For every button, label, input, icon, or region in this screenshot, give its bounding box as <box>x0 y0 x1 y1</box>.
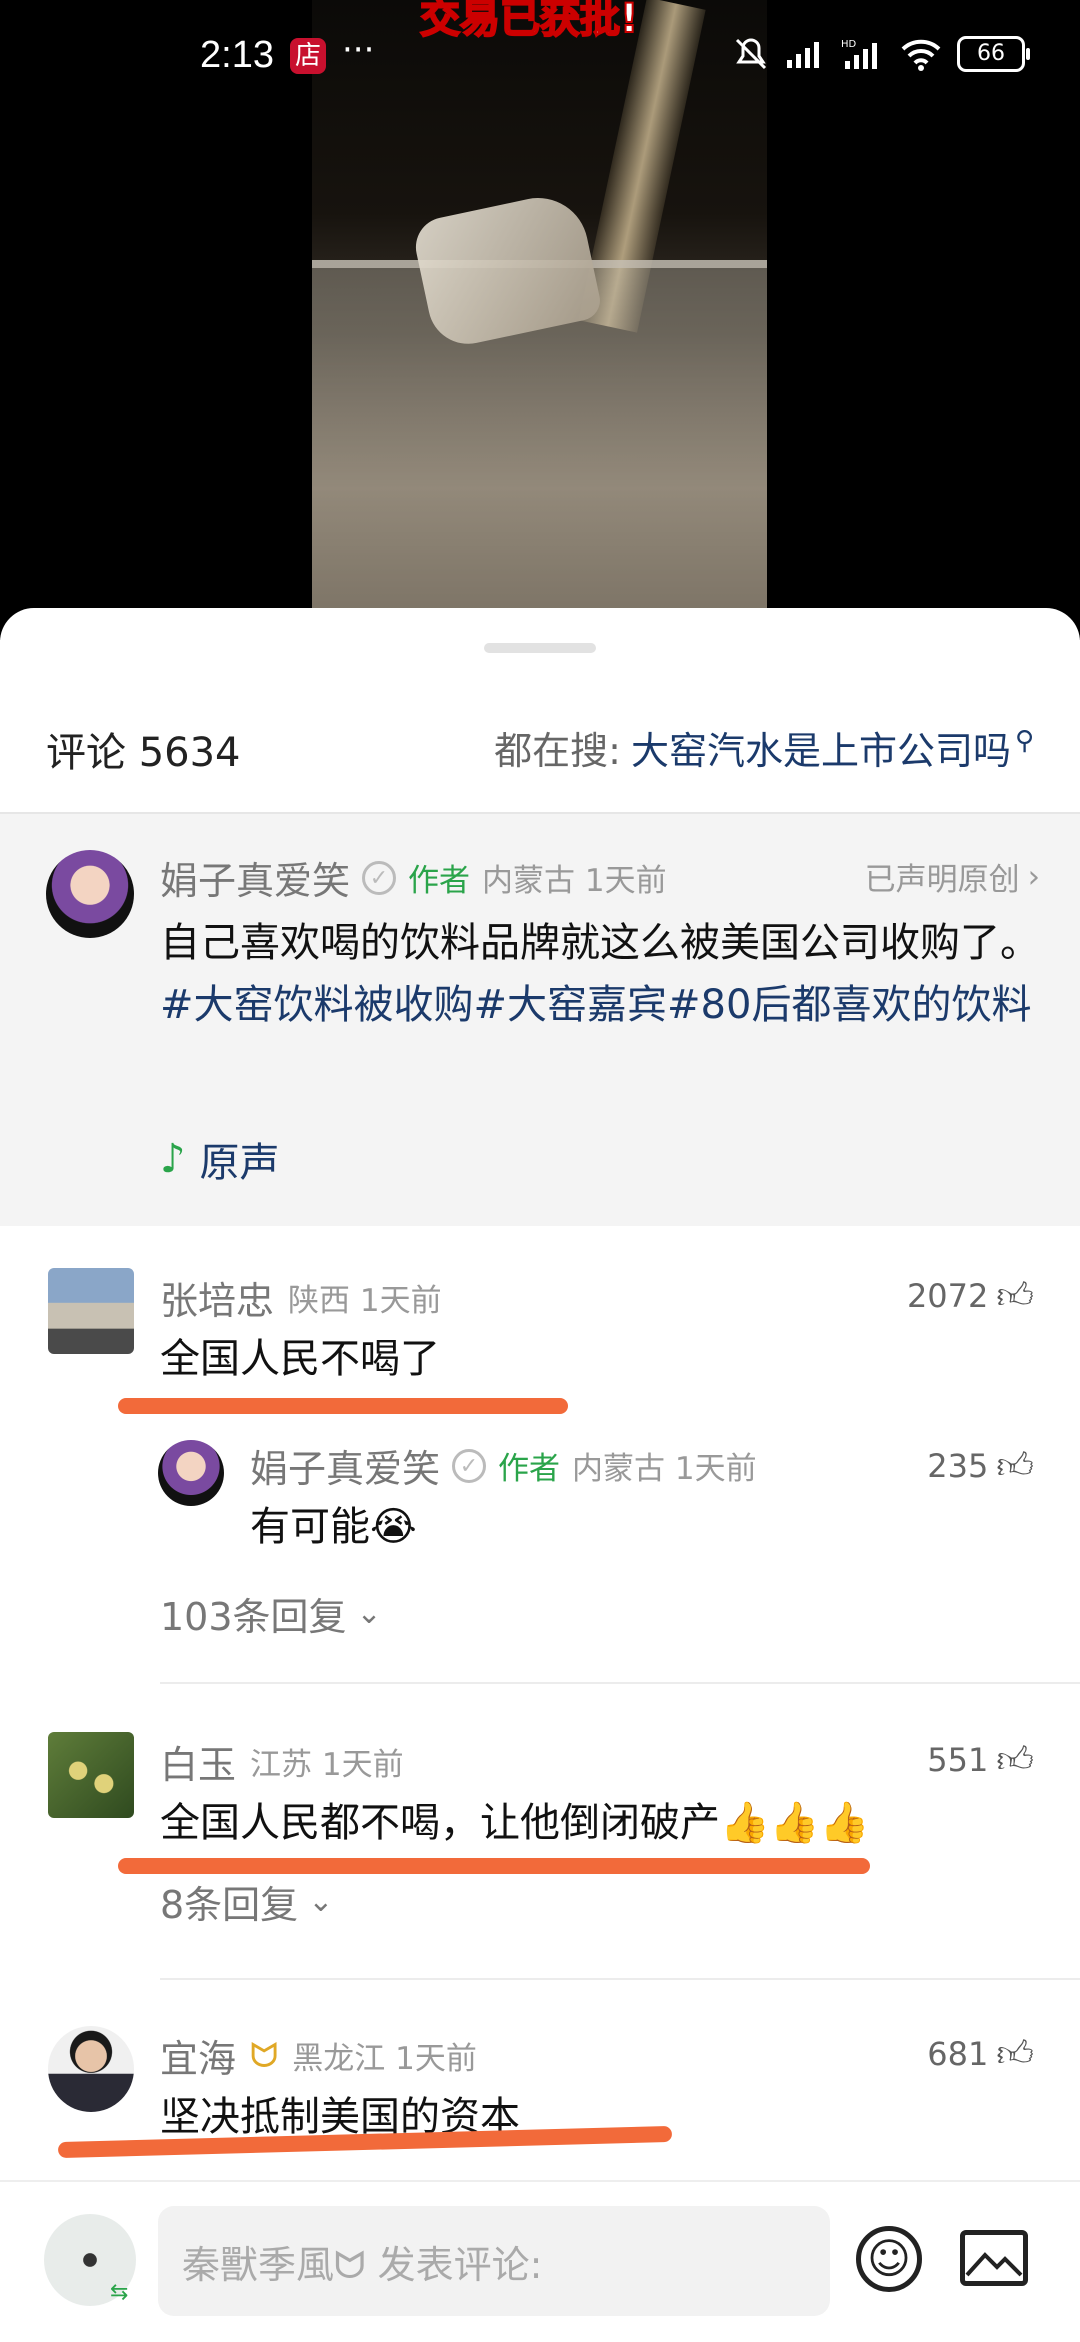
reply-author-avatar[interactable] <box>158 1440 224 1506</box>
switch-account-icon[interactable]: ⇆ <box>110 2280 128 2305</box>
status-time: 2:13 <box>200 34 274 76</box>
app-notification-icon: 店 <box>290 38 326 74</box>
author-avatar[interactable] <box>46 850 134 938</box>
verified-icon: ✓ <box>452 1448 487 1483</box>
author-tag: 作者 <box>498 1451 561 1487</box>
more-notifications-icon: ··· <box>342 30 375 70</box>
comment-text: 全国人民都不喝，让他倒闭破产👍👍👍 <box>160 1800 870 1846</box>
like-button[interactable]: 551 👍︎ <box>927 1738 1034 1782</box>
commenter-avatar[interactable] <box>48 2026 134 2112</box>
reply-like-button[interactable]: 235 👍︎ <box>927 1444 1034 1488</box>
reply-text: 有可能😭 <box>250 1504 417 1550</box>
music-label: 原声 <box>199 1140 280 1186</box>
like-count: 235 <box>927 1447 989 1485</box>
image-icon[interactable] <box>960 2230 1028 2286</box>
chevron-down-icon: ⌄ <box>308 1884 334 1919</box>
reply-author-name[interactable]: 娟子真爱笑 <box>250 1438 440 1493</box>
svg-text:HD: HD <box>841 39 857 50</box>
comment-header: 评论 5634 都在搜: 大窑汽水是上市公司吗 ⚲ <box>0 708 1080 798</box>
comment-count-title: 评论 5634 <box>46 730 241 776</box>
comment-meta: 陕西 1天前 <box>288 1283 442 1319</box>
comment-text: 全国人民不喝了 <box>160 1336 440 1382</box>
post-meta: 内蒙古 1天前 <box>482 863 667 899</box>
search-label: 都在搜: <box>494 729 621 773</box>
signal-icon <box>787 42 819 68</box>
mute-icon <box>735 38 767 70</box>
commenter-name[interactable]: 张培忠 <box>160 1270 274 1325</box>
video-player[interactable]: 交易已获批! <box>0 0 1080 640</box>
thumb-up-icon: 👍︎ <box>996 1740 1034 1781</box>
highlight-underline <box>118 1398 568 1414</box>
comment-sheet: 评论 5634 都在搜: 大窑汽水是上市公司吗 ⚲ 娟子真爱笑 ✓ 作者 内蒙古… <box>0 608 1080 2340</box>
music-note-icon: ♪ <box>160 1136 186 1182</box>
comment-meta: 江苏 1天前 <box>250 1747 404 1783</box>
wifi-icon <box>901 39 941 71</box>
comment-divider <box>160 1978 1080 1980</box>
status-icons: HD 66 <box>731 34 1030 74</box>
commenter-name[interactable]: 宜海 <box>160 2028 236 2083</box>
sheet-drag-handle[interactable] <box>484 643 596 653</box>
video-frame <box>312 0 767 618</box>
verified-icon: ✓ <box>362 860 397 895</box>
search-query: 大窑汽水是上市公司吗 <box>630 729 1011 773</box>
like-button[interactable]: 681 👍︎ <box>927 2032 1034 2076</box>
music-link[interactable]: ♪ 原声 <box>160 1130 280 1188</box>
comment-input-bar: ⇆ 秦獸季風ᗢ 发表评论: ☺ <box>0 2180 1080 2342</box>
signal-hd-icon: HD <box>841 39 877 69</box>
author-post-text: 自己喜欢喝的饮料品牌就这么被美国公司收购了。#大窑饮料被收购#大窑嘉宾#80后都… <box>160 920 1040 1028</box>
author-tag: 作者 <box>408 863 471 899</box>
like-count: 681 <box>927 2035 989 2073</box>
comment-divider <box>160 1682 1080 1684</box>
author-name[interactable]: 娟子真爱笑 <box>160 850 350 905</box>
like-count: 551 <box>927 1741 989 1779</box>
like-button[interactable]: 2072 👍︎ <box>907 1274 1034 1318</box>
thumb-up-icon: 👍︎ <box>996 1276 1034 1317</box>
commenter-name[interactable]: 白玉 <box>160 1734 236 1789</box>
view-replies-button[interactable]: 8条回复 ⌄ <box>160 1874 333 1929</box>
status-bar: 2:13 店 ··· HD 66 <box>0 28 1080 88</box>
chevron-right-icon: › <box>1027 858 1040 895</box>
view-replies-button[interactable]: 103条回复 ⌄ <box>160 1586 382 1641</box>
battery-icon: 66 <box>957 36 1030 72</box>
image-mountain-icon <box>965 2252 1023 2277</box>
thumb-up-icon: 👍︎ <box>996 2034 1034 2075</box>
search-icon: ⚲ <box>1014 725 1034 756</box>
reply-meta: 内蒙古 1天前 <box>572 1451 757 1487</box>
emoji-icon[interactable]: ☺ <box>856 2226 922 2292</box>
original-declared[interactable]: 已声明原创 <box>865 854 1020 899</box>
chevron-down-icon: ⌄ <box>356 1596 382 1631</box>
commenter-avatar[interactable] <box>48 1268 134 1354</box>
like-count: 2072 <box>906 1277 989 1315</box>
commenter-avatar[interactable] <box>48 1732 134 1818</box>
comment-input[interactable]: 秦獸季風ᗢ 发表评论: <box>158 2206 830 2316</box>
vip-icon: ᗢ <box>250 2035 279 2076</box>
comment-placeholder: 秦獸季風ᗢ 发表评论: <box>182 2242 543 2287</box>
hashtags[interactable]: #大窑饮料被收购#大窑嘉宾#80后都喜欢的饮料 <box>160 982 1031 1028</box>
trending-search-link[interactable]: 都在搜: 大窑汽水是上市公司吗 ⚲ <box>494 720 1034 775</box>
author-post: 娟子真爱笑 ✓ 作者 内蒙古 1天前 已声明原创 › 自己喜欢喝的饮料品牌就这么… <box>0 812 1080 1226</box>
comment-meta: 黑龙江 1天前 <box>292 2041 477 2077</box>
highlight-underline <box>118 1858 870 1874</box>
thumb-up-icon: 👍︎ <box>996 1446 1034 1487</box>
